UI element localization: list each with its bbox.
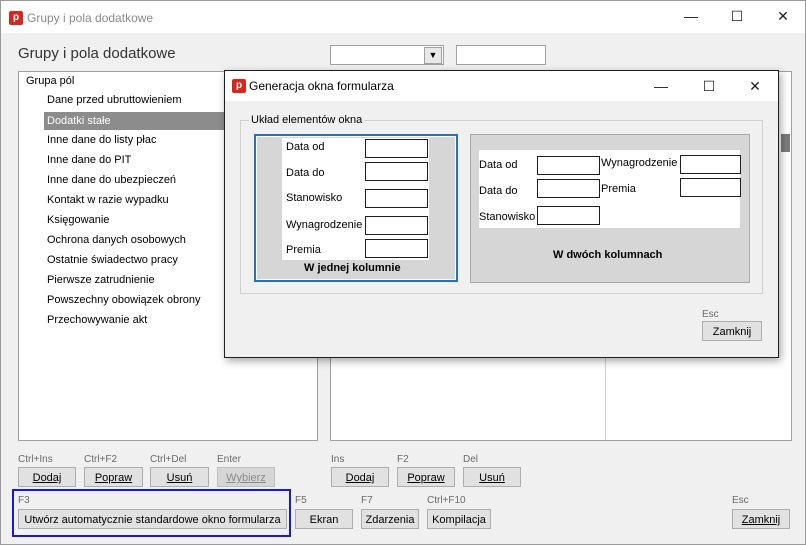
edit-field-button[interactable]: Popraw [397,467,455,487]
button-label: Popraw [407,472,445,484]
shortcut-label: Ins [331,454,345,465]
tree-root[interactable]: Grupa pól [26,75,74,87]
field-label: Premia [601,183,636,195]
field-label: Data do [479,185,518,197]
shortcut-label: Ctrl+F2 [84,454,118,465]
shortcut-label: F5 [295,495,307,506]
tree-item[interactable]: Inne dane do ubezpieczeń [47,174,176,186]
shortcut-label: F7 [361,495,373,506]
shortcut-label: Ctrl+Ins [18,454,53,465]
field-box [680,178,741,197]
shortcut-label: Del [463,454,479,465]
add-field-button[interactable]: Dodaj [331,467,389,487]
field-label: Data od [286,141,325,153]
field-box [680,155,741,174]
app-icon: p [232,79,246,93]
select-button[interactable]: Wybierz [217,467,275,487]
shortcut-label: Esc [702,309,719,320]
field-box [365,216,428,235]
field-label: Wynagrodzenie [601,157,678,169]
tree-item[interactable]: Inne dane do listy płac [47,134,156,146]
tree-item[interactable]: Księgowanie [47,214,109,226]
compile-button[interactable]: Kompilacja [427,509,491,529]
filter-combo[interactable]: ▼ [330,45,444,65]
layout-group-label: Układ elementów okna [249,114,365,126]
dialog-title-bar: p Generacja okna formularza — ☐ ✕ [225,71,778,101]
maximize-button[interactable]: ☐ [714,1,760,31]
scrollbar-thumb[interactable] [781,134,790,152]
events-button[interactable]: Zdarzenia [361,509,419,529]
field-box [537,156,600,175]
one-column-option[interactable]: Data od Data do Stanowisko Wynagrodzenie… [254,134,458,282]
field-box [365,239,428,258]
title-bar: p Grupy i pola dodatkowe — ☐ ✕ [1,1,805,33]
field-box [537,206,600,225]
tree-item[interactable]: Dodatki stałe [44,112,227,130]
button-label: Popraw [94,472,133,484]
dialog-title: Generacja okna formularza [249,79,394,93]
close-dialog-button[interactable]: ✕ [732,71,778,101]
window-title: Grupy i pola dodatkowe [27,11,154,25]
shortcut-label: Ctrl+F10 [427,495,466,506]
field-label: Premia [286,244,321,256]
minimize-button[interactable]: — [638,71,684,101]
tree-item[interactable]: Pierwsze zatrudnienie [47,274,155,286]
tree-item[interactable]: Ochrona danych osobowych [47,234,186,246]
dialog-close-button[interactable]: Zamknij [702,321,762,341]
shortcut-label: Esc [732,495,749,506]
screen-button[interactable]: Ekran [295,509,353,529]
two-columns-option[interactable]: Data od Data do Stanowisko Wynagrodzenie… [470,134,750,283]
field-label: Data od [479,159,518,171]
button-label: Zamknij [741,514,781,526]
shortcut-label: F2 [397,454,409,465]
tree-item[interactable]: Ostatnie świadectwo pracy [47,254,178,266]
button-label: Dodaj [32,472,62,484]
tree-item[interactable]: Przechowywanie akt [47,314,147,326]
shortcut-label: F3 [18,495,30,506]
field-label: Stanowisko [286,192,343,204]
tree-item[interactable]: Kontakt w razie wypadku [47,194,169,206]
tree-item[interactable]: Powszechny obowiązek obrony [47,294,200,306]
field-label: Data do [286,167,325,179]
form-generation-dialog: p Generacja okna formularza — ☐ ✕ Układ … [224,70,779,358]
field-label: Wynagrodzenie [286,219,363,231]
edit-group-button[interactable]: Popraw [84,467,143,487]
field-box [365,189,428,208]
option-caption: W jednej kolumnie [304,262,401,274]
button-label: Usuń [479,472,505,484]
page-title: Grupy i pola dodatkowe [18,45,176,62]
chevron-down-icon[interactable]: ▼ [424,47,442,64]
maximize-button[interactable]: ☐ [686,71,732,101]
app-icon: p [9,11,23,25]
field-box [365,139,428,158]
create-form-button[interactable]: Utwórz automatycznie standardowe okno fo… [18,509,287,529]
add-group-button[interactable]: Dodaj [18,467,76,487]
shortcut-label: Ctrl+Del [150,454,187,465]
option-caption: W dwóch kolumnach [553,249,663,261]
button-label: Dodaj [345,472,375,484]
tree-item[interactable]: Dane przed ubruttowieniem [47,94,182,106]
delete-field-button[interactable]: Usuń [463,467,521,487]
close-button[interactable]: Zamknij [732,509,790,529]
field-box [365,162,428,181]
shortcut-label: Enter [217,454,241,465]
tree-item[interactable]: Inne dane do PIT [47,154,131,166]
column-divider [605,352,606,440]
field-box [537,179,600,198]
button-label: Wybierz [226,472,266,484]
minimize-button[interactable]: — [668,1,714,31]
button-label: Usuń [166,472,193,484]
delete-group-button[interactable]: Usuń [150,467,209,487]
filter-field[interactable] [456,45,546,65]
close-window-button[interactable]: ✕ [760,1,806,31]
field-label: Stanowisko [479,211,536,223]
